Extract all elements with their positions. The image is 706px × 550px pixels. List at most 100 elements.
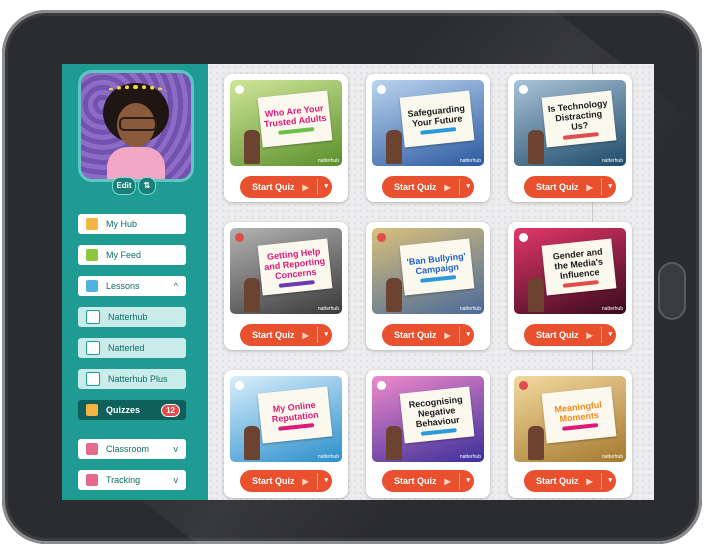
quiz-thumbnail: 'Ban Bullying' Campaign natterhub	[372, 228, 484, 314]
sidebar-item-label: Natterled	[108, 343, 145, 353]
chevron-down-icon: v	[173, 444, 179, 454]
sidebar-item-my-feed[interactable]: My Feed	[78, 245, 186, 265]
start-quiz-button[interactable]: Start Quiz ▶ ▾	[524, 470, 616, 492]
chevron-up-icon: ^	[173, 281, 178, 291]
quiz-thumbnail: Safeguarding Your Future natterhub	[372, 80, 484, 166]
quiz-thumbnail: Who Are Your Trusted Adults natterhub	[230, 80, 342, 166]
lessons-icon	[86, 280, 98, 292]
quiz-card[interactable]: Who Are Your Trusted Adults natterhub St…	[224, 74, 348, 202]
sidebar-item-natterhub-plus[interactable]: Natterhub Plus	[78, 369, 186, 389]
quiz-card[interactable]: Getting Help and Reporting Concerns natt…	[224, 222, 348, 350]
quiz-icon	[86, 404, 98, 416]
quiz-title: Who Are Your Trusted Adults	[263, 102, 327, 129]
sidebar-item-label: Quizzes	[106, 405, 141, 415]
start-quiz-button[interactable]: Start Quiz ▶ ▾	[240, 176, 332, 198]
quiz-card[interactable]: Is Technology Distracting Us? natterhub …	[508, 74, 632, 202]
start-quiz-button[interactable]: Start Quiz ▶ ▾	[382, 470, 474, 492]
sidebar-item-natterhub[interactable]: Natterhub	[78, 307, 186, 327]
quiz-card[interactable]: Meaningful Moments natterhub Start Quiz ▶…	[508, 370, 632, 498]
classroom-icon	[86, 443, 98, 455]
dropdown-icon[interactable]: ▾	[608, 470, 612, 492]
quiz-title: Gender and the Media's Influence	[552, 245, 604, 281]
dropdown-icon[interactable]: ▾	[608, 176, 612, 198]
quiz-card[interactable]: Gender and the Media's Influence natterh…	[508, 222, 632, 350]
swap-icon[interactable]: ⇅	[138, 177, 156, 195]
sidebar: Edit ⇅ My Hub My Feed Lessons ^ Natterhu…	[62, 64, 208, 500]
card-corner-icon	[377, 85, 386, 94]
play-icon: ▶	[444, 476, 451, 486]
quiz-thumbnail: My Online Reputation natterhub	[230, 376, 342, 462]
natterhub-plus-icon	[86, 372, 100, 386]
start-quiz-button[interactable]: Start Quiz ▶ ▾	[524, 324, 616, 346]
sidebar-item-label: Lessons	[106, 281, 140, 291]
card-corner-icon	[235, 381, 244, 390]
quiz-card[interactable]: Safeguarding Your Future natterhub Start…	[366, 74, 490, 202]
dropdown-icon[interactable]: ▾	[324, 324, 328, 346]
dropdown-icon[interactable]: ▾	[466, 324, 470, 346]
quiz-thumbnail: Gender and the Media's Influence natterh…	[514, 228, 626, 314]
sidebar-item-quizzes[interactable]: Quizzes 12	[78, 400, 186, 420]
quiz-title: Is Technology Distracting Us?	[547, 97, 608, 132]
play-icon: ▶	[302, 182, 309, 192]
quiz-grid: Who Are Your Trusted Adults natterhub St…	[208, 64, 654, 500]
play-icon: ▶	[302, 476, 309, 486]
start-quiz-button[interactable]: Start Quiz ▶ ▾	[382, 176, 474, 198]
play-icon: ▶	[586, 182, 593, 192]
start-quiz-button[interactable]: Start Quiz ▶ ▾	[524, 176, 616, 198]
tracking-icon	[86, 474, 98, 486]
start-quiz-button[interactable]: Start Quiz ▶ ▾	[240, 324, 332, 346]
edit-avatar-button[interactable]: Edit	[112, 177, 136, 195]
heart-icon	[519, 381, 528, 390]
app-screen: Edit ⇅ My Hub My Feed Lessons ^ Natterhu…	[62, 64, 654, 500]
sidebar-item-tracking[interactable]: Tracking v	[78, 470, 186, 490]
dropdown-icon[interactable]: ▾	[324, 176, 328, 198]
start-quiz-button[interactable]: Start Quiz ▶ ▾	[240, 470, 332, 492]
quiz-title: Getting Help and Reporting Concerns	[263, 245, 326, 281]
heart-icon	[235, 233, 244, 242]
quiz-title: Meaningful Moments	[553, 399, 603, 424]
play-icon: ▶	[444, 330, 451, 340]
start-quiz-button[interactable]: Start Quiz ▶ ▾	[382, 324, 474, 346]
play-icon: ▶	[444, 182, 451, 192]
feed-icon	[86, 249, 98, 261]
chevron-down-icon: v	[173, 475, 179, 485]
sidebar-item-label: Natterhub	[108, 312, 148, 322]
natterhub-icon	[86, 310, 100, 324]
sidebar-item-natterled[interactable]: Natterled	[78, 338, 186, 358]
quiz-title: My Online Reputation	[271, 399, 320, 424]
play-icon: ▶	[586, 330, 593, 340]
sidebar-item-label: My Feed	[106, 250, 142, 260]
tablet-frame: Edit ⇅ My Hub My Feed Lessons ^ Natterhu…	[2, 10, 702, 544]
heart-icon	[377, 233, 386, 242]
card-corner-icon	[377, 381, 386, 390]
avatar	[78, 70, 194, 182]
dropdown-icon[interactable]: ▾	[466, 470, 470, 492]
quiz-thumbnail: Recognising Negative Behaviour natterhub	[372, 376, 484, 462]
sidebar-item-label: Classroom	[106, 444, 150, 454]
quiz-title: 'Ban Bullying' Campaign	[406, 250, 467, 276]
quiz-thumbnail: Getting Help and Reporting Concerns natt…	[230, 228, 342, 314]
card-corner-icon	[519, 85, 528, 94]
quiz-card[interactable]: My Online Reputation natterhub Start Qui…	[224, 370, 348, 498]
sidebar-item-classroom[interactable]: Classroom v	[78, 439, 186, 459]
sidebar-item-label: My Hub	[106, 219, 138, 229]
quiz-title: Safeguarding Your Future	[406, 102, 466, 129]
dropdown-icon[interactable]: ▾	[324, 470, 328, 492]
tablet-side-button[interactable]	[658, 262, 686, 320]
play-icon: ▶	[302, 330, 309, 340]
dropdown-icon[interactable]: ▾	[466, 176, 470, 198]
natterled-icon	[86, 341, 100, 355]
quiz-thumbnail: Meaningful Moments natterhub	[514, 376, 626, 462]
sidebar-item-my-hub[interactable]: My Hub	[78, 214, 186, 234]
card-corner-icon	[519, 233, 528, 242]
play-icon: ▶	[586, 476, 593, 486]
quiz-card[interactable]: 'Ban Bullying' Campaign natterhub Start …	[366, 222, 490, 350]
dropdown-icon[interactable]: ▾	[608, 324, 612, 346]
sidebar-item-label: Tracking	[106, 475, 141, 485]
card-corner-icon	[235, 85, 244, 94]
quiz-title: Recognising Negative Behaviour	[408, 393, 463, 429]
quiz-card[interactable]: Recognising Negative Behaviour natterhub…	[366, 370, 490, 498]
quiz-thumbnail: Is Technology Distracting Us? natterhub	[514, 80, 626, 166]
sidebar-item-lessons[interactable]: Lessons ^	[78, 276, 186, 296]
quiz-count-badge: 12	[161, 403, 180, 417]
